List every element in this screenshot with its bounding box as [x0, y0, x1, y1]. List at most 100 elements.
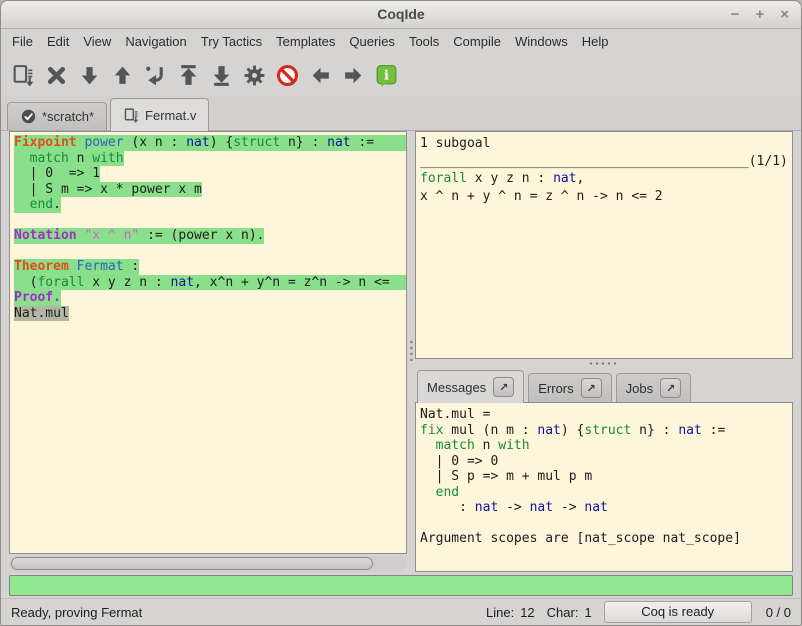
restart-to-start-button[interactable]	[172, 58, 205, 92]
menu-compile[interactable]: Compile	[446, 32, 508, 51]
goto-cursor-icon	[143, 63, 168, 88]
code-line: (forall x y z n : nat, x^n + y^n = z^n -…	[10, 275, 406, 291]
code-line: | 0 => 1	[10, 166, 406, 182]
editor-pane[interactable]: Fixpoint power (x n : nat) {struct n} : …	[9, 131, 407, 554]
code-line: 1 subgoal	[416, 135, 792, 153]
titlebar[interactable]: CoqIde −+ ×	[1, 1, 801, 29]
interrupt-coq-button[interactable]	[271, 58, 304, 92]
menu-edit[interactable]: Edit	[40, 32, 76, 51]
code-line: Theorem Fermat :	[10, 259, 406, 275]
code-line: ________________________________________…	[416, 153, 792, 171]
splitter-grip-icon	[588, 362, 620, 365]
menu-templates[interactable]: Templates	[269, 32, 342, 51]
scrollbar-thumb[interactable]	[11, 557, 373, 570]
tab-label: Fermat.v	[145, 108, 196, 123]
menu-queries[interactable]: Queries	[342, 32, 402, 51]
code-line: Notation "x ^ n" := (power x n).	[10, 228, 406, 244]
line-value: 12	[520, 605, 534, 620]
coqide-window: CoqIde −+ × FileEditViewNavigationTry Tac…	[0, 0, 802, 626]
external-arrow-icon: ↗	[499, 381, 508, 394]
save-document-button[interactable]	[7, 58, 40, 92]
navigate-forward-button[interactable]	[337, 58, 370, 92]
code-line: Proof.	[10, 290, 406, 306]
doc-arrow-icon	[123, 107, 140, 124]
tab-label: Errors	[538, 381, 573, 396]
document-tabbar: *scratch* Fermat.v	[1, 96, 801, 131]
menu-try-tactics[interactable]: Try Tactics	[194, 32, 269, 51]
svg-text:i: i	[384, 68, 389, 83]
menu-file[interactable]: File	[5, 32, 40, 51]
external-arrow-icon: ↗	[666, 382, 675, 395]
arrow-top-icon	[176, 63, 201, 88]
menu-windows[interactable]: Windows	[508, 32, 575, 51]
horizontal-scrollbar[interactable]	[9, 556, 407, 572]
code-line: | S m => x * power x m	[10, 182, 406, 198]
tab-label: Messages	[427, 380, 486, 395]
code-line	[416, 516, 792, 532]
arrow-up-icon	[110, 63, 135, 88]
status-right: Line: 12 Char: 1 Coq is ready 0 / 0	[486, 601, 791, 623]
code-line: : nat -> nat -> nat	[416, 500, 792, 516]
line-label: Line:	[486, 605, 514, 620]
toolbar: i	[1, 54, 801, 96]
backward-one-command-button[interactable]	[106, 58, 139, 92]
tab-scratch[interactable]: *scratch*	[7, 102, 107, 130]
menu-help[interactable]: Help	[575, 32, 616, 51]
coq-state-indicator: Coq is ready	[604, 601, 752, 623]
tab-fermat-v[interactable]: Fermat.v	[110, 98, 209, 131]
window-title: CoqIde	[1, 6, 801, 22]
editor-column: Fixpoint power (x n : nat) {struct n} : …	[9, 131, 407, 572]
code-line: Nat.mul =	[416, 407, 792, 423]
detach-messages-button[interactable]: ↗	[493, 377, 514, 397]
navigate-back-button[interactable]	[304, 58, 337, 92]
messages-pane[interactable]: Nat.mul =fix mul (n m : nat) {struct n} …	[415, 402, 793, 572]
progress-area	[1, 572, 801, 598]
code-line: forall x y z n : nat,	[416, 170, 792, 188]
menu-navigation[interactable]: Navigation	[118, 32, 193, 51]
statusbar: Ready, proving Fermat Line: 12 Char: 1 C…	[1, 598, 801, 625]
detach-errors-button[interactable]: ↗	[581, 378, 602, 398]
goal-pane[interactable]: 1 subgoal_______________________________…	[415, 131, 793, 359]
vertical-splitter[interactable]	[407, 131, 415, 572]
horizontal-splitter[interactable]	[415, 359, 793, 368]
menubar: FileEditViewNavigationTry TacticsTemplat…	[1, 29, 801, 54]
info-icon: i	[374, 63, 399, 88]
close-x-icon	[44, 63, 69, 88]
tab-errors[interactable]: Errors ↗	[528, 373, 611, 402]
preferences-button[interactable]	[238, 58, 271, 92]
char-value: 1	[584, 605, 591, 620]
progress-bar	[9, 575, 793, 596]
go-to-cursor-button[interactable]	[139, 58, 172, 92]
code-line: fix mul (n m : nat) {struct n} : nat :=	[416, 423, 792, 439]
code-line: end.	[10, 197, 406, 213]
code-line: x ^ n + y ^ n = z ^ n -> n <= 2	[416, 188, 792, 206]
tab-jobs[interactable]: Jobs↗	[616, 373, 691, 402]
close-button[interactable]: ×	[780, 5, 789, 25]
code-line: | 0 => 0	[416, 454, 792, 470]
goal-counter: 0 / 0	[766, 605, 791, 620]
char-label: Char:	[547, 605, 579, 620]
code-line: Nat.mul	[10, 306, 406, 322]
maximize-button[interactable]: +	[755, 5, 764, 25]
external-arrow-icon: ↗	[587, 382, 596, 395]
forward-one-command-button[interactable]	[73, 58, 106, 92]
minimize-button[interactable]: −	[731, 5, 740, 25]
main-area: Fixpoint power (x n : nat) {struct n} : …	[1, 131, 801, 572]
doc-arrow-icon	[11, 63, 36, 88]
detach-jobs-button[interactable]: ↗	[660, 378, 681, 398]
code-line: Argument scopes are [nat_scope nat_scope…	[416, 531, 792, 547]
code-line	[10, 244, 406, 260]
splitter-grip-icon	[410, 339, 413, 365]
menu-view[interactable]: View	[76, 32, 118, 51]
message-tabbar: Messages↗Errors↗Jobs↗	[415, 368, 793, 402]
tab-label: *scratch*	[42, 109, 94, 124]
arrow-bottom-icon	[209, 63, 234, 88]
window-controls: −+ ×	[731, 5, 789, 25]
go-to-end-button[interactable]	[205, 58, 238, 92]
code-line: match n with	[10, 151, 406, 167]
close-buffer-button[interactable]	[40, 58, 73, 92]
about-button[interactable]: i	[370, 58, 403, 92]
menu-tools[interactable]: Tools	[402, 32, 446, 51]
tab-messages[interactable]: Messages ↗	[417, 370, 524, 403]
gear-icon	[242, 63, 267, 88]
